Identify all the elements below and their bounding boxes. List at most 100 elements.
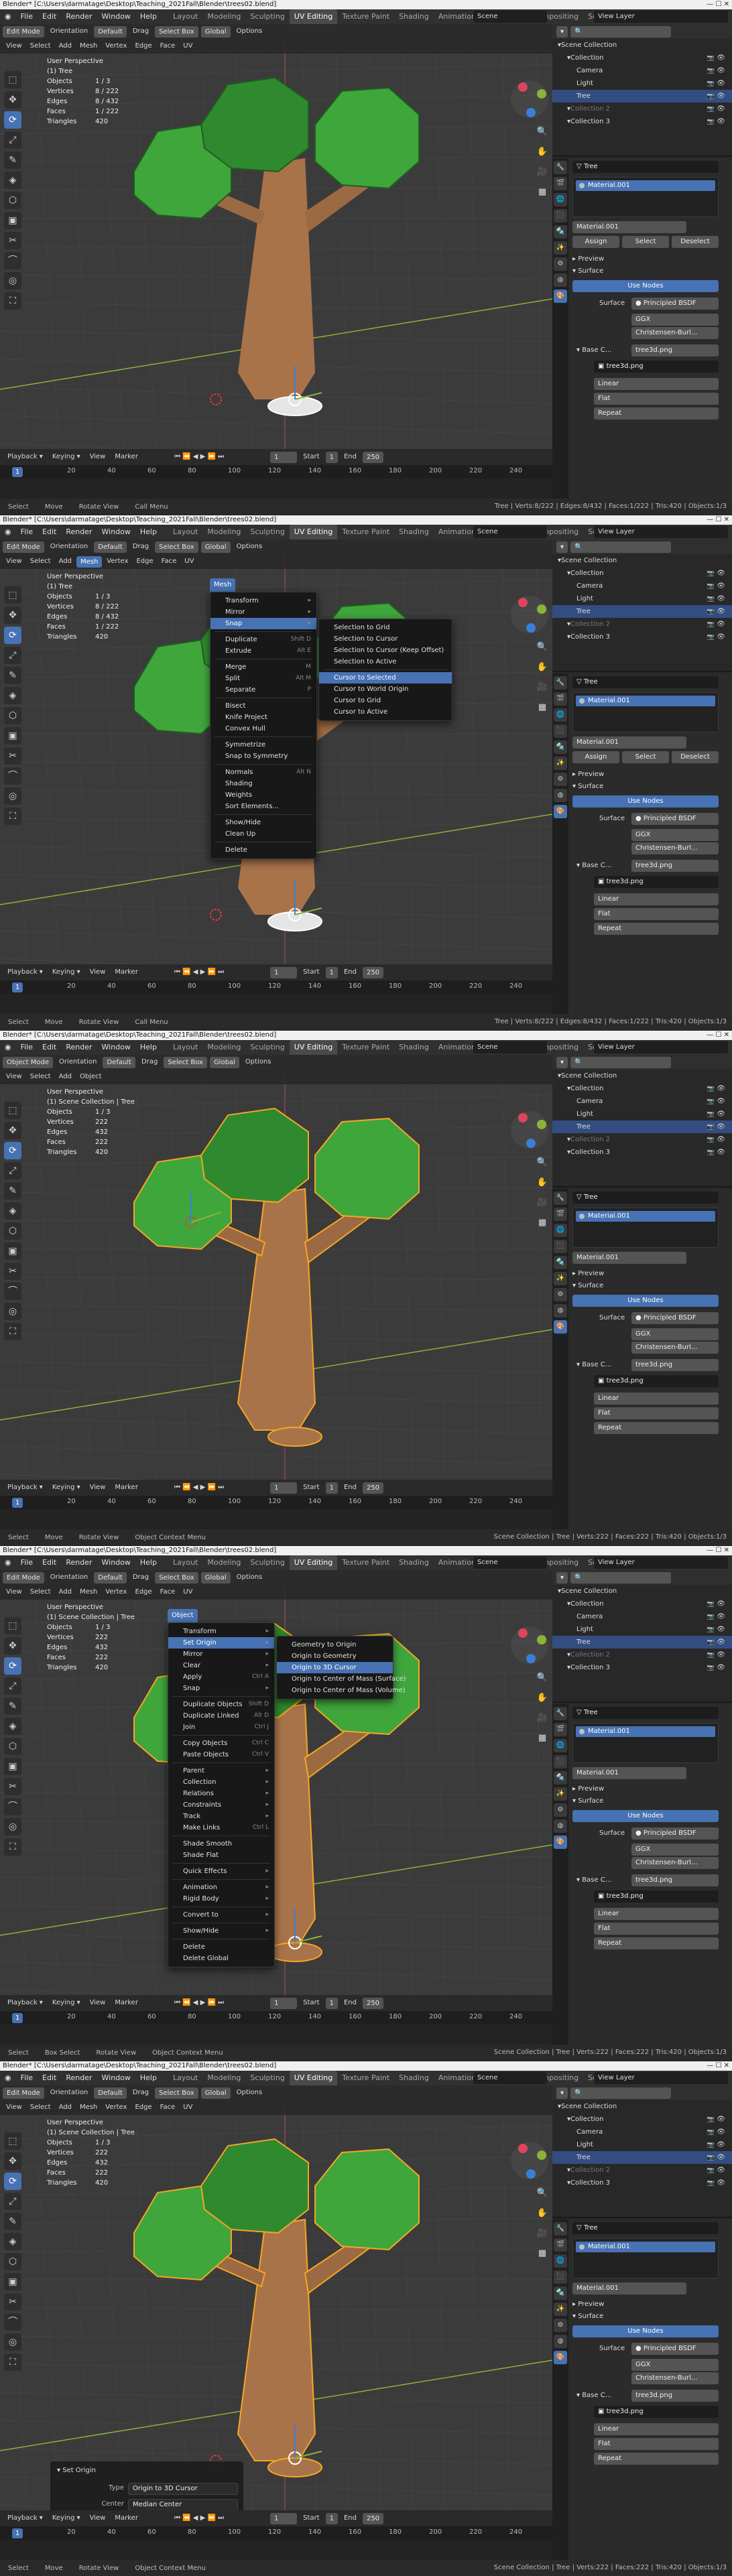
menu-edit[interactable]: Edit (38, 2071, 61, 2085)
properties-tab-icon[interactable]: ◍ (554, 273, 567, 287)
outliner-item[interactable]: ▾ Collection 👁 📷 (552, 1598, 732, 1610)
navigation-gizmo[interactable] (509, 1110, 550, 1150)
nav-icon[interactable]: ▦ (535, 185, 550, 200)
outliner-item[interactable]: Light 👁 📷 (552, 1623, 732, 1636)
menu-file[interactable]: File (16, 1555, 38, 1570)
outliner-search[interactable]: 🔍 (570, 541, 672, 553)
window-controls[interactable]: — ☐ ✕ (707, 515, 729, 525)
render-camera-icon[interactable]: 📷 (707, 1086, 715, 1092)
properties-tab-icon[interactable]: ⬛ (554, 724, 567, 738)
render-camera-icon[interactable]: 📷 (707, 608, 715, 615)
material-deselect-button[interactable]: Deselect (672, 751, 719, 763)
3d-viewport[interactable]: Object Mode Orientation Default Drag Select … (0, 1055, 552, 1480)
workspace-tab[interactable]: Shading (394, 2071, 434, 2085)
menu-mesh[interactable]: Mesh (76, 2100, 101, 2115)
tool-icon[interactable]: ✥ (4, 91, 21, 109)
tool-icon[interactable]: ⬡ (4, 2253, 21, 2270)
menu-edit[interactable]: Edit (38, 1040, 61, 1055)
header-default[interactable]: Default (94, 25, 127, 38)
properties-tab-icon[interactable]: ⬛ (554, 2270, 567, 2284)
visibility-eye-icon[interactable]: 👁 (717, 1085, 725, 1092)
outliner-item[interactable]: Tree 👁 📷 (552, 605, 732, 618)
menu-edge[interactable]: Edge (131, 1585, 155, 1600)
header-drag[interactable]: Drag (129, 2085, 152, 2100)
workspace-tab[interactable]: Layout (168, 1040, 202, 1055)
menu-item[interactable]: Duplicate Objects Shift D (168, 1699, 274, 1710)
outliner-item[interactable]: Light 👁 📷 (552, 1108, 732, 1120)
menu-item[interactable]: Snap to Symmetry (210, 751, 316, 762)
workspace-tab[interactable]: Shading (394, 525, 434, 539)
use-nodes-button[interactable]: Use Nodes (572, 2325, 719, 2337)
nav-icon[interactable]: 🎥 (535, 680, 550, 695)
image-option-selector[interactable]: Linear (594, 1393, 719, 1405)
menu-help[interactable]: Help (135, 1555, 162, 1570)
workspace-tab[interactable]: Modeling (202, 525, 245, 539)
visibility-eye-icon[interactable]: 👁 (717, 2167, 725, 2174)
timeline-marker[interactable]: Marker (111, 2511, 141, 2526)
tool-icon[interactable]: ⬚ (4, 1617, 21, 1634)
current-frame-field[interactable]: 1 (270, 451, 298, 463)
menu-add[interactable]: Add (56, 2100, 75, 2115)
menu-render[interactable]: Render (61, 9, 97, 24)
render-camera-icon[interactable]: 📷 (707, 106, 715, 113)
material-slot-list[interactable]: Material.001 (572, 692, 719, 732)
submenu-item[interactable]: Selection to Grid (319, 622, 452, 633)
3d-viewport[interactable]: Edit Mode Orientation Default Drag Select Bo… (0, 539, 552, 964)
menu-file[interactable]: File (16, 2071, 38, 2085)
outliner-item[interactable]: Tree 👁 📷 (552, 1120, 732, 1133)
playback-controls[interactable]: ⏮ ⏪ ◀ ▶ ⏩ ⏭ (171, 450, 227, 464)
render-camera-icon[interactable]: 📷 (707, 68, 715, 74)
tool-icon[interactable]: ✂ (4, 1778, 21, 1795)
image-option-selector[interactable]: Flat (594, 2438, 719, 2450)
start-frame-field[interactable]: 1 (325, 1482, 338, 1494)
timeline-playback[interactable]: Playback ▾ (4, 965, 46, 980)
properties-tab-icon[interactable]: 🎨 (554, 1320, 567, 1334)
current-frame-field[interactable]: 1 (270, 2512, 298, 2524)
workspace-tab[interactable]: Layout (168, 2071, 202, 2085)
visibility-eye-icon[interactable]: 👁 (717, 1110, 725, 1118)
properties-tab-icon[interactable]: ⬛ (554, 1755, 567, 1768)
menu-select[interactable]: Select (27, 554, 54, 569)
visibility-eye-icon[interactable]: 👁 (717, 2141, 725, 2148)
distribution-selector[interactable]: GGX (631, 314, 719, 326)
render-camera-icon[interactable]: 📷 (707, 1098, 715, 1105)
submenu-item[interactable]: Cursor to Grid (319, 695, 452, 706)
render-camera-icon[interactable]: 📷 (707, 1601, 715, 1608)
menu-title-tab[interactable]: Mesh (210, 578, 236, 592)
outliner-search[interactable]: 🔍 (570, 25, 672, 38)
properties-tab-icon[interactable]: 🔧 (554, 1192, 567, 1205)
submenu-item[interactable]: Cursor to Selected (319, 672, 452, 684)
tool-icon[interactable]: ⟳ (4, 1657, 21, 1675)
outliner-item[interactable]: ▾ Collection 3 👁 📷 (552, 1146, 732, 1159)
properties-tab-icon[interactable]: ✨ (554, 2303, 567, 2316)
end-frame-field[interactable]: 250 (362, 1482, 384, 1494)
object-name-field[interactable]: ▽ Tree (572, 161, 719, 173)
menu-item[interactable]: Collection ▸ (168, 1777, 274, 1788)
shader-selector[interactable]: ● Principled BSDF (631, 298, 719, 310)
menu-item[interactable]: Normals Alt N (210, 767, 316, 778)
tool-icon[interactable]: ⌒ (4, 1798, 21, 1815)
tool-icon[interactable]: ✎ (4, 151, 21, 169)
tool-icon[interactable]: ⛶ (4, 808, 21, 825)
properties-tab-icon[interactable]: 🎬 (554, 1723, 567, 1736)
image-option-selector[interactable]: Flat (594, 1923, 719, 1935)
tool-icon[interactable]: ⤢ (4, 647, 21, 664)
properties-tab-icon[interactable]: 🎬 (554, 177, 567, 190)
render-camera-icon[interactable]: 📷 (707, 2116, 715, 2123)
outliner-item[interactable]: ▾ Collection 2 👁 📷 (552, 1133, 732, 1146)
visibility-eye-icon[interactable]: 👁 (717, 1098, 725, 1105)
menu-face[interactable]: Face (158, 554, 180, 569)
header-global[interactable]: Global (200, 2087, 231, 2099)
visibility-eye-icon[interactable]: 👁 (717, 67, 725, 74)
tool-icon[interactable]: ⛶ (4, 292, 21, 310)
menu-add[interactable]: Add (56, 1070, 75, 1084)
render-camera-icon[interactable]: 📷 (707, 1665, 715, 1671)
timeline-view[interactable]: View (86, 965, 109, 980)
menu-item[interactable]: Track ▸ (168, 1811, 274, 1822)
tool-icon[interactable]: ◎ (4, 1303, 21, 1320)
image-option-selector[interactable]: Repeat (594, 1422, 719, 1434)
image-option-selector[interactable]: Linear (594, 2423, 719, 2435)
visibility-eye-icon[interactable]: 👁 (717, 1149, 725, 1156)
scene-selector[interactable]: Scene (473, 1557, 547, 1569)
render-camera-icon[interactable]: 📷 (707, 1111, 715, 1118)
